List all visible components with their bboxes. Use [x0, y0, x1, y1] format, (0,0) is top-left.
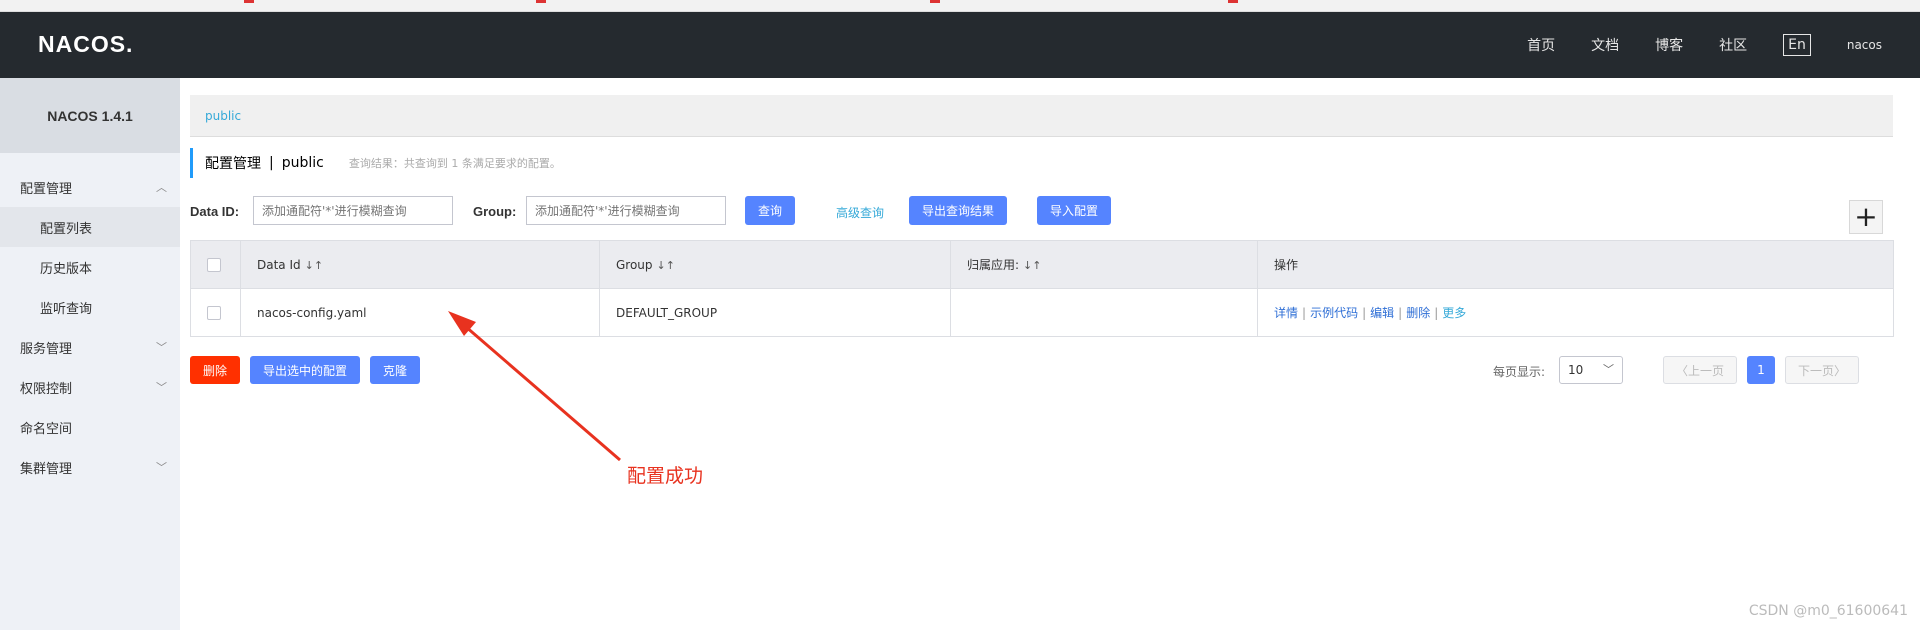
annotation-arrow [448, 311, 621, 462]
annotation-text: 配置成功 [627, 465, 704, 487]
watermark: CSDN @m0_61600641 [1748, 603, 1908, 619]
